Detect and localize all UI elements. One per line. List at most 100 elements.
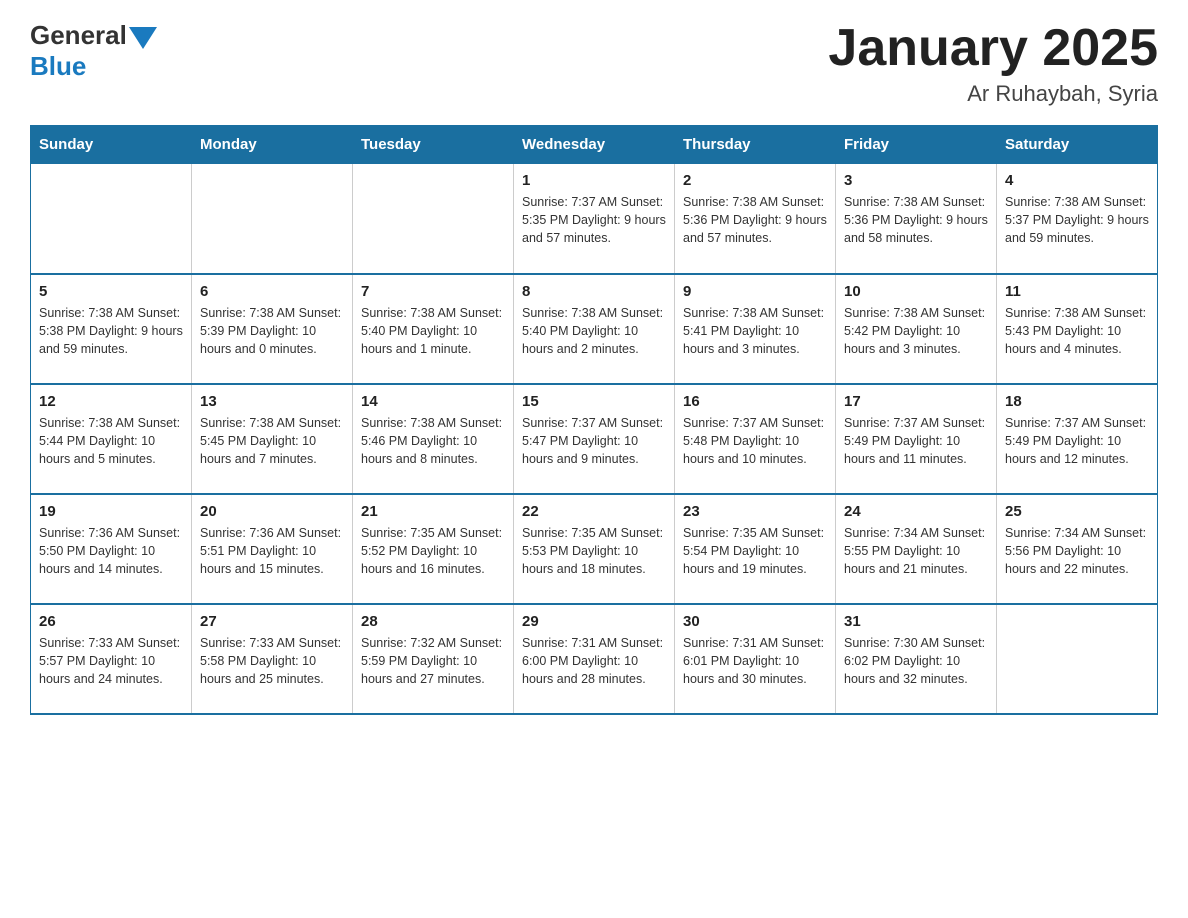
day-info: Sunrise: 7:33 AM Sunset: 5:58 PM Dayligh…	[200, 634, 344, 688]
day-number: 29	[522, 613, 666, 630]
day-info: Sunrise: 7:33 AM Sunset: 5:57 PM Dayligh…	[39, 634, 183, 688]
logo-triangle-icon	[129, 27, 157, 49]
calendar-cell: 5Sunrise: 7:38 AM Sunset: 5:38 PM Daylig…	[31, 274, 192, 384]
day-number: 22	[522, 503, 666, 520]
day-number: 28	[361, 613, 505, 630]
calendar-cell: 14 Sunrise: 7:38 AM Sunset: 5:46 PM Dayli…	[353, 384, 514, 494]
calendar-cell: 2 Sunrise: 7:38 AM Sunset: 5:36 PM Daylig…	[675, 164, 836, 274]
calendar-cell: 23Sunrise: 7:35 AM Sunset: 5:54 PM Dayli…	[675, 494, 836, 604]
day-info: Sunrise: 7:38 AM Sunset: 5:42 PM Dayligh…	[844, 304, 988, 358]
day-number: 31	[844, 613, 988, 630]
calendar-title: January 2025	[828, 20, 1158, 77]
day-number: 17	[844, 393, 988, 410]
calendar-cell: 3 Sunrise: 7:38 AM Sunset: 5:36 PM Daylig…	[836, 164, 997, 274]
day-info: Sunrise: 7:38 AM Sunset: 5:40 PM Dayligh…	[361, 304, 505, 358]
day-number: 16	[683, 393, 827, 410]
calendar-cell: 26 Sunrise: 7:33 AM Sunset: 5:57 PM Dayli…	[31, 604, 192, 714]
day-number: 7	[361, 283, 505, 300]
day-info: Sunrise: 7:37 AM Sunset: 5:35 PM Dayligh…	[522, 193, 666, 247]
day-number: 25	[1005, 503, 1149, 520]
day-info: Sunrise: 7:37 AM Sunset: 5:49 PM Dayligh…	[1005, 414, 1149, 468]
day-info: Sunrise: 7:38 AM Sunset: 5:36 PM Dayligh…	[683, 193, 827, 247]
header: General Blue January 2025 Ar Ruhaybah, S…	[30, 20, 1158, 107]
day-number: 4	[1005, 172, 1149, 189]
calendar-cell: 18 Sunrise: 7:37 AM Sunset: 5:49 PM Dayli…	[997, 384, 1158, 494]
day-number: 23	[683, 503, 827, 520]
day-info: Sunrise: 7:34 AM Sunset: 5:55 PM Dayligh…	[844, 524, 988, 578]
calendar-cell: 27Sunrise: 7:33 AM Sunset: 5:58 PM Dayli…	[192, 604, 353, 714]
day-info: Sunrise: 7:38 AM Sunset: 5:41 PM Dayligh…	[683, 304, 827, 358]
day-info: Sunrise: 7:31 AM Sunset: 6:01 PM Dayligh…	[683, 634, 827, 688]
day-number: 15	[522, 393, 666, 410]
day-number: 20	[200, 503, 344, 520]
day-number: 12	[39, 393, 183, 410]
calendar-cell: 8Sunrise: 7:38 AM Sunset: 5:40 PM Daylig…	[514, 274, 675, 384]
weekday-header-sunday: Sunday	[31, 126, 192, 164]
day-number: 1	[522, 172, 666, 189]
calendar-cell: 4Sunrise: 7:38 AM Sunset: 5:37 PM Daylig…	[997, 164, 1158, 274]
day-info: Sunrise: 7:37 AM Sunset: 5:47 PM Dayligh…	[522, 414, 666, 468]
day-number: 9	[683, 283, 827, 300]
day-number: 14	[361, 393, 505, 410]
calendar-cell: 25 Sunrise: 7:34 AM Sunset: 5:56 PM Dayli…	[997, 494, 1158, 604]
calendar-cell	[353, 164, 514, 274]
calendar-cell: 7 Sunrise: 7:38 AM Sunset: 5:40 PM Daylig…	[353, 274, 514, 384]
weekday-header-row: SundayMondayTuesdayWednesdayThursdayFrid…	[31, 126, 1158, 164]
day-info: Sunrise: 7:36 AM Sunset: 5:50 PM Dayligh…	[39, 524, 183, 578]
calendar-cell: 31 Sunrise: 7:30 AM Sunset: 6:02 PM Dayli…	[836, 604, 997, 714]
day-info: Sunrise: 7:38 AM Sunset: 5:44 PM Dayligh…	[39, 414, 183, 468]
calendar-cell: 16Sunrise: 7:37 AM Sunset: 5:48 PM Dayli…	[675, 384, 836, 494]
calendar-cell: 11Sunrise: 7:38 AM Sunset: 5:43 PM Dayli…	[997, 274, 1158, 384]
calendar-cell: 1 Sunrise: 7:37 AM Sunset: 5:35 PM Daylig…	[514, 164, 675, 274]
week-row-2: 5Sunrise: 7:38 AM Sunset: 5:38 PM Daylig…	[31, 274, 1158, 384]
weekday-header-thursday: Thursday	[675, 126, 836, 164]
calendar-cell: 22 Sunrise: 7:35 AM Sunset: 5:53 PM Dayli…	[514, 494, 675, 604]
day-info: Sunrise: 7:38 AM Sunset: 5:38 PM Dayligh…	[39, 304, 183, 358]
logo-blue-text: Blue	[30, 51, 86, 82]
calendar-cell: 17 Sunrise: 7:37 AM Sunset: 5:49 PM Dayli…	[836, 384, 997, 494]
calendar-subtitle: Ar Ruhaybah, Syria	[828, 81, 1158, 107]
title-area: January 2025 Ar Ruhaybah, Syria	[828, 20, 1158, 107]
day-info: Sunrise: 7:36 AM Sunset: 5:51 PM Dayligh…	[200, 524, 344, 578]
day-number: 11	[1005, 283, 1149, 300]
calendar-table: SundayMondayTuesdayWednesdayThursdayFrid…	[30, 125, 1158, 715]
weekday-header-saturday: Saturday	[997, 126, 1158, 164]
day-info: Sunrise: 7:32 AM Sunset: 5:59 PM Dayligh…	[361, 634, 505, 688]
calendar-cell: 13Sunrise: 7:38 AM Sunset: 5:45 PM Dayli…	[192, 384, 353, 494]
calendar-cell: 24Sunrise: 7:34 AM Sunset: 5:55 PM Dayli…	[836, 494, 997, 604]
day-number: 13	[200, 393, 344, 410]
day-info: Sunrise: 7:38 AM Sunset: 5:39 PM Dayligh…	[200, 304, 344, 358]
weekday-header-friday: Friday	[836, 126, 997, 164]
calendar-cell: 19 Sunrise: 7:36 AM Sunset: 5:50 PM Dayli…	[31, 494, 192, 604]
day-info: Sunrise: 7:31 AM Sunset: 6:00 PM Dayligh…	[522, 634, 666, 688]
calendar-cell	[997, 604, 1158, 714]
week-row-1: 1 Sunrise: 7:37 AM Sunset: 5:35 PM Daylig…	[31, 164, 1158, 274]
day-info: Sunrise: 7:37 AM Sunset: 5:49 PM Dayligh…	[844, 414, 988, 468]
calendar-cell: 28 Sunrise: 7:32 AM Sunset: 5:59 PM Dayli…	[353, 604, 514, 714]
day-info: Sunrise: 7:35 AM Sunset: 5:53 PM Dayligh…	[522, 524, 666, 578]
day-info: Sunrise: 7:30 AM Sunset: 6:02 PM Dayligh…	[844, 634, 988, 688]
calendar-cell: 29 Sunrise: 7:31 AM Sunset: 6:00 PM Dayli…	[514, 604, 675, 714]
day-number: 18	[1005, 393, 1149, 410]
calendar-cell: 20 Sunrise: 7:36 AM Sunset: 5:51 PM Dayli…	[192, 494, 353, 604]
day-info: Sunrise: 7:38 AM Sunset: 5:40 PM Dayligh…	[522, 304, 666, 358]
day-info: Sunrise: 7:34 AM Sunset: 5:56 PM Dayligh…	[1005, 524, 1149, 578]
calendar-cell: 6 Sunrise: 7:38 AM Sunset: 5:39 PM Daylig…	[192, 274, 353, 384]
day-number: 2	[683, 172, 827, 189]
week-row-4: 19 Sunrise: 7:36 AM Sunset: 5:50 PM Dayli…	[31, 494, 1158, 604]
day-info: Sunrise: 7:38 AM Sunset: 5:36 PM Dayligh…	[844, 193, 988, 247]
calendar-cell	[31, 164, 192, 274]
day-number: 30	[683, 613, 827, 630]
day-number: 26	[39, 613, 183, 630]
calendar-cell: 12 Sunrise: 7:38 AM Sunset: 5:44 PM Dayli…	[31, 384, 192, 494]
calendar-cell: 30 Sunrise: 7:31 AM Sunset: 6:01 PM Dayli…	[675, 604, 836, 714]
day-info: Sunrise: 7:35 AM Sunset: 5:52 PM Dayligh…	[361, 524, 505, 578]
day-number: 3	[844, 172, 988, 189]
calendar-cell: 9 Sunrise: 7:38 AM Sunset: 5:41 PM Daylig…	[675, 274, 836, 384]
weekday-header-monday: Monday	[192, 126, 353, 164]
week-row-3: 12 Sunrise: 7:38 AM Sunset: 5:44 PM Dayli…	[31, 384, 1158, 494]
day-info: Sunrise: 7:38 AM Sunset: 5:46 PM Dayligh…	[361, 414, 505, 468]
day-number: 19	[39, 503, 183, 520]
calendar-cell: 15 Sunrise: 7:37 AM Sunset: 5:47 PM Dayli…	[514, 384, 675, 494]
day-number: 6	[200, 283, 344, 300]
